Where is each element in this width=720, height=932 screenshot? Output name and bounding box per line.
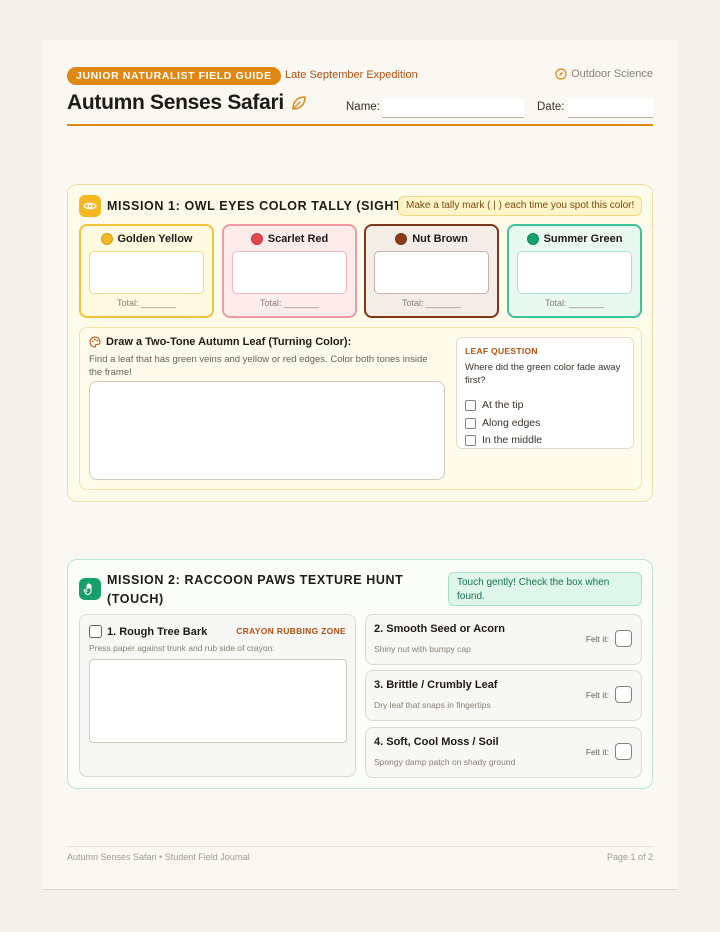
color-card-golden-yellow: Golden Yellow Total: _______: [79, 224, 214, 318]
leaf-icon: [292, 96, 306, 110]
texture-card-seed: 2. Smooth Seed or Acorn Shiny nut with b…: [365, 614, 642, 665]
texture-title: 4. Soft, Cool Moss / Soil: [374, 736, 499, 748]
tally-box[interactable]: [232, 251, 347, 294]
option-label: In the middle: [482, 434, 543, 446]
guide-badge: JUNIOR NATURALIST FIELD GUIDE: [67, 67, 281, 85]
color-card-scarlet-red: Scarlet Red Total: _______: [222, 224, 357, 318]
subject-text: Outdoor Science: [571, 68, 653, 80]
mission-1-icon-badge: [79, 195, 101, 217]
color-name: Golden Yellow: [117, 233, 193, 245]
leaf-question-text: Where did the green color fade away firs…: [465, 362, 621, 386]
color-name: Nut Brown: [412, 233, 468, 245]
subject-label: Outdoor Science: [555, 68, 653, 80]
page-title: Autumn Senses Safari: [67, 91, 308, 115]
checkbox[interactable]: [465, 417, 476, 429]
palette-icon: [89, 336, 101, 348]
mission-1-note: Make a tally mark ( | ) each time you sp…: [398, 196, 643, 216]
texture-title: 2. Smooth Seed or Acorn: [374, 623, 506, 635]
leaf-question-heading: LEAF QUESTION: [465, 346, 538, 356]
summer-green-swatch: [526, 233, 539, 245]
mission-1-title: MISSION 1: OWL EYES COLOR TALLY (SIGHT): [107, 199, 408, 213]
mission-2-icon-badge: [79, 578, 101, 600]
mission-2-title: MISSION 2: RACCOON PAWS TEXTURE HUNT (TO…: [107, 571, 403, 609]
total-label: Total: _______: [259, 298, 320, 308]
leaf-question-card: LEAF QUESTION Where did the green color …: [456, 337, 634, 449]
eye-icon: [83, 202, 97, 210]
felt-it-label: Felt it:: [585, 747, 609, 757]
option-at-the-tip[interactable]: At the tip: [465, 399, 523, 411]
leaf-task-title: Draw a Two-Tone Autumn Leaf (Turning Col…: [89, 336, 351, 348]
bark-checkbox[interactable]: [89, 625, 102, 638]
header-top: JUNIOR NATURALIST FIELD GUIDE Late Septe…: [67, 67, 653, 85]
texture-description: Shiny nut with bumpy cap: [374, 644, 471, 654]
expedition-label: Late September Expedition: [285, 69, 418, 81]
page-number: Page 1 of 2: [606, 852, 653, 862]
texture-description: Spongy damp patch on shady ground: [374, 757, 516, 767]
total-label: Total: _______: [401, 298, 462, 308]
felt-it-checkbox[interactable]: [615, 743, 632, 760]
crayon-zone-label: CRAYON RUBBING ZONE: [236, 626, 346, 636]
title-row: Autumn Senses Safari Name: Date:: [67, 90, 653, 126]
nut-brown-swatch: [395, 233, 408, 245]
scarlet-red-swatch: [250, 233, 263, 245]
tally-box[interactable]: [374, 251, 489, 294]
page-footer: Autumn Senses Safari • Student Field Jou…: [67, 846, 653, 862]
name-field[interactable]: [382, 98, 524, 118]
mission-2-note: Touch gently! Check the box when found.: [448, 572, 642, 606]
felt-it-checkbox[interactable]: [615, 686, 632, 703]
felt-it-label: Felt it:: [585, 634, 609, 644]
bark-title: 1. Rough Tree Bark: [107, 625, 208, 638]
worksheet-page: JUNIOR NATURALIST FIELD GUIDE Late Septe…: [42, 40, 678, 890]
felt-it-checkbox[interactable]: [615, 630, 632, 647]
leaf-task-description: Find a leaf that has green veins and yel…: [89, 354, 428, 378]
color-name: Scarlet Red: [267, 233, 329, 245]
name-label: Name:: [346, 101, 380, 113]
option-in-the-middle[interactable]: In the middle: [465, 434, 542, 446]
bark-description: Press paper against trunk and rub side o…: [89, 643, 275, 653]
checkbox[interactable]: [465, 399, 476, 411]
total-label: Total: _______: [544, 298, 605, 308]
texture-description: Dry leaf that snaps in fingertips: [374, 700, 491, 710]
date-label: Date:: [537, 101, 565, 113]
mission-2-title-line-1: MISSION 2: RACCOON PAWS TEXTURE HUNT: [107, 573, 404, 587]
option-label: At the tip: [482, 399, 524, 411]
hand-icon: [83, 583, 92, 596]
color-name: Summer Green: [543, 233, 623, 245]
mission-1-section: MISSION 1: OWL EYES COLOR TALLY (SIGHT) …: [67, 184, 653, 502]
bark-texture-card: 1. Rough Tree Bark CRAYON RUBBING ZONE P…: [79, 614, 356, 777]
checkbox[interactable]: [465, 434, 476, 446]
option-along-edges[interactable]: Along edges: [465, 417, 540, 429]
footer-journal-label: Autumn Senses Safari • Student Field Jou…: [67, 852, 250, 862]
date-field[interactable]: [568, 98, 653, 118]
total-label: Total: _______: [116, 298, 177, 308]
tally-box[interactable]: [89, 251, 204, 294]
crayon-rubbing-frame[interactable]: [89, 659, 347, 743]
tally-box[interactable]: [517, 251, 632, 294]
leaf-drawing-panel: Draw a Two-Tone Autumn Leaf (Turning Col…: [79, 327, 642, 490]
texture-card-leaf: 3. Brittle / Crumbly Leaf Dry leaf that …: [365, 670, 642, 721]
golden-yellow-swatch: [100, 233, 113, 245]
texture-card-moss: 4. Soft, Cool Moss / Soil Spongy damp pa…: [365, 727, 642, 778]
felt-it-label: Felt it:: [585, 690, 609, 700]
mission-2-title-line-2: (TOUCH): [107, 592, 164, 606]
option-label: Along edges: [482, 417, 541, 429]
leaf-drawing-frame[interactable]: [89, 381, 445, 480]
texture-title: 3. Brittle / Crumbly Leaf: [374, 679, 498, 691]
color-card-summer-green: Summer Green Total: _______: [507, 224, 642, 318]
mission-2-section: MISSION 2: RACCOON PAWS TEXTURE HUNT (TO…: [67, 559, 653, 789]
compass-icon: [555, 68, 567, 80]
leaf-task-title-text: Draw a Two-Tone Autumn Leaf (Turning Col…: [106, 336, 352, 348]
page-title-text: Autumn Senses Safari: [67, 91, 284, 114]
color-card-nut-brown: Nut Brown Total: _______: [364, 224, 499, 318]
